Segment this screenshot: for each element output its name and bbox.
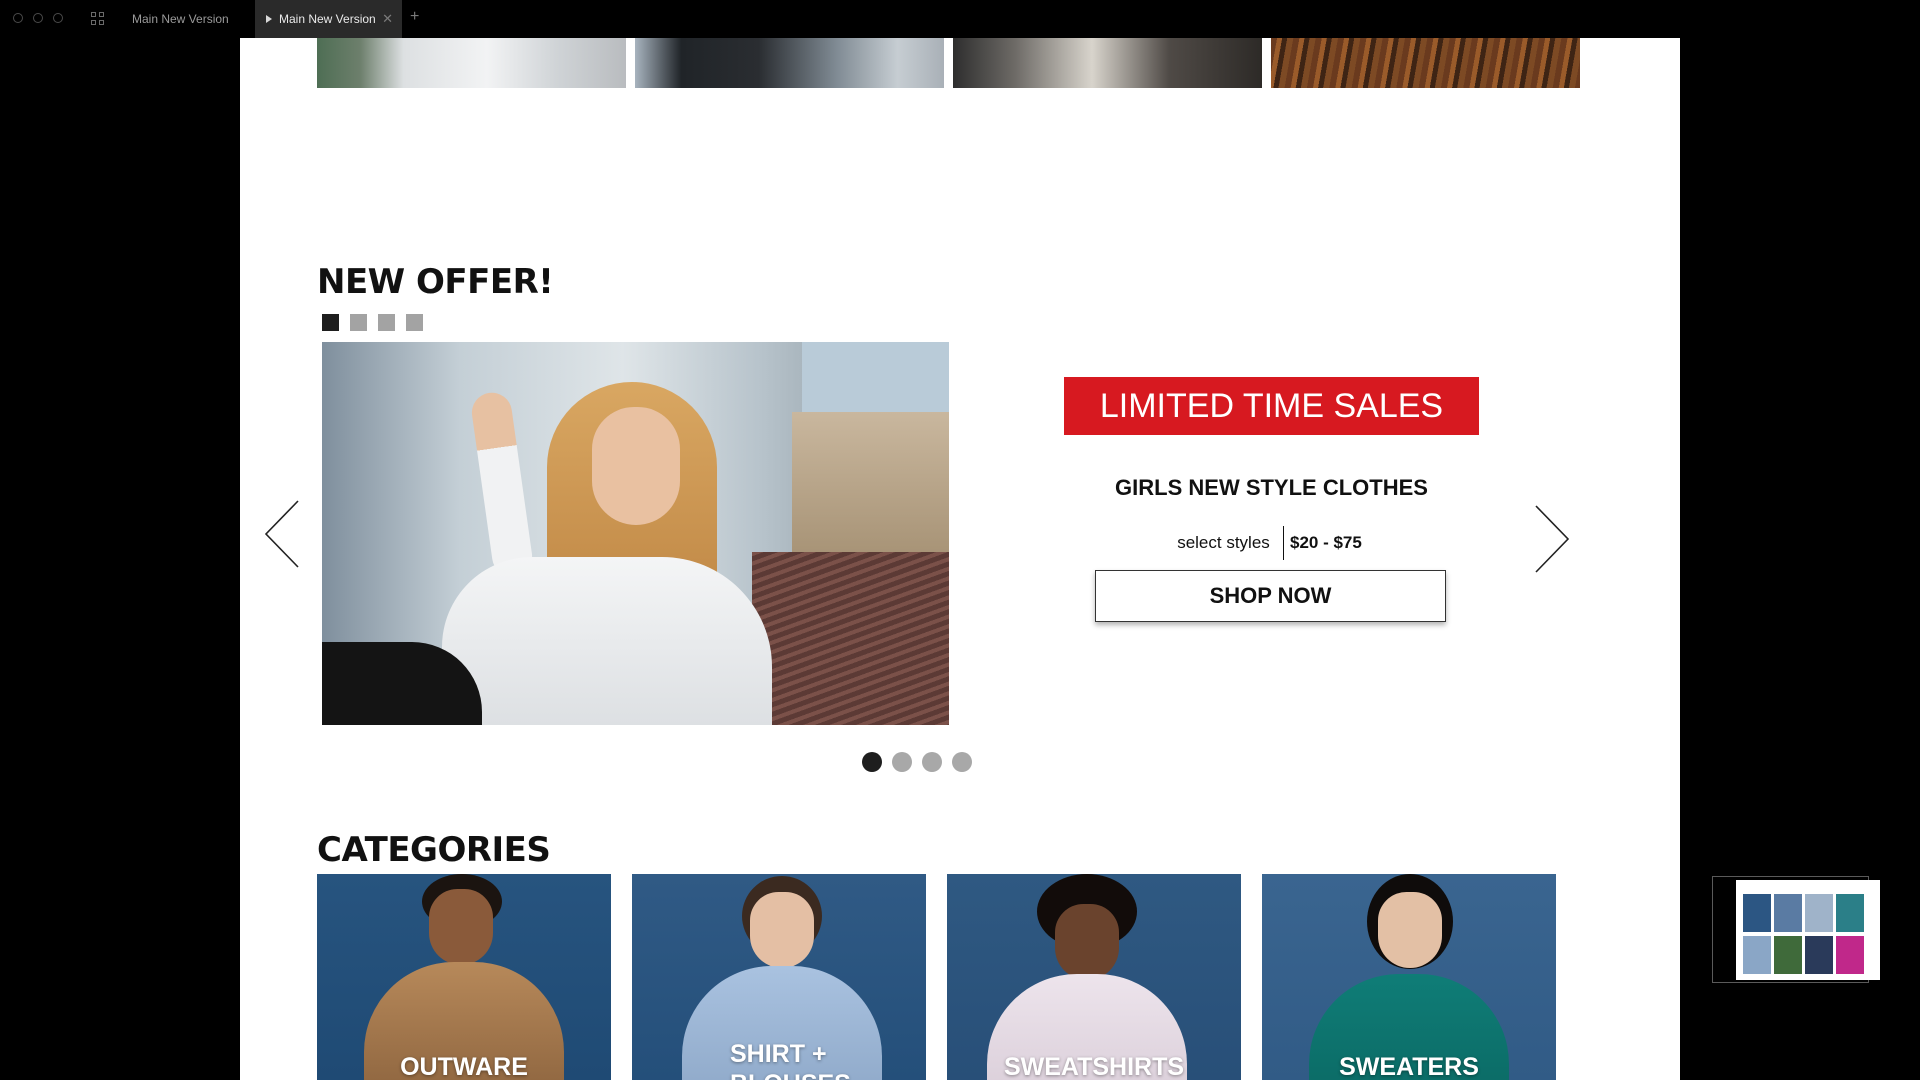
gallery-photo [317, 38, 626, 88]
offer-hero-image [322, 342, 949, 725]
grid-icon[interactable] [91, 12, 105, 26]
close-icon[interactable]: ✕ [382, 11, 393, 27]
minimap-page-preview [1736, 880, 1880, 980]
category-card-shirt-blouses[interactable]: SHIRT + BLOUSES [632, 874, 926, 1080]
play-icon [266, 15, 272, 23]
select-styles-label: select styles [1177, 533, 1270, 552]
categories-title: CATEGORIES [317, 830, 551, 870]
slide-dot[interactable] [952, 752, 972, 772]
minimap[interactable] [1712, 876, 1880, 983]
window-zoom-control[interactable] [53, 13, 63, 23]
slide-dot[interactable] [862, 752, 882, 772]
add-tab-icon[interactable]: + [410, 8, 419, 26]
sale-banner: LIMITED TIME SALES [1064, 377, 1479, 435]
category-card-outware[interactable]: OUTWARE [317, 874, 611, 1080]
app-topbar: Main New Version Main New Version ✕ + [0, 0, 1920, 38]
offer-headline: GIRLS NEW STYLE CLOTHES [1115, 475, 1428, 500]
tab-label: Main New Version [279, 12, 376, 26]
slide-thumbnail[interactable] [378, 314, 395, 331]
tab-label: Main New Version [132, 12, 229, 26]
page-canvas: NEW OFFER! LIMITED TIME SALES GIRLS NEW … [240, 38, 1680, 1080]
chevron-left-icon[interactable] [265, 500, 299, 568]
category-card-sweaters[interactable]: SWEATERS [1262, 874, 1556, 1080]
slide-dot[interactable] [922, 752, 942, 772]
new-offer-title: NEW OFFER! [317, 262, 554, 302]
window-close-control[interactable] [13, 13, 23, 23]
category-label: SWEATSHIRTS [1003, 1053, 1185, 1080]
slide-thumbnail[interactable] [406, 314, 423, 331]
price-line: select styles $20 - $75 [1164, 526, 1379, 560]
gallery-photo [953, 38, 1262, 88]
slide-dot[interactable] [892, 752, 912, 772]
gallery-photo [1271, 38, 1580, 88]
slide-thumbnail[interactable] [350, 314, 367, 331]
price-range: $20 - $75 [1290, 533, 1362, 552]
tab-active[interactable]: Main New Version ✕ [255, 0, 402, 38]
slide-thumbnail[interactable] [322, 314, 339, 331]
tab-inactive[interactable]: Main New Version [120, 0, 255, 38]
category-label: SWEATERS [1339, 1053, 1479, 1080]
window-minimize-control[interactable] [33, 13, 43, 23]
category-label: OUTWARE [400, 1053, 528, 1080]
category-card-sweatshirts[interactable]: SWEATSHIRTS [947, 874, 1241, 1080]
shop-now-button[interactable]: SHOP NOW [1095, 570, 1446, 622]
gallery-photo [635, 38, 944, 88]
chevron-right-icon[interactable] [1535, 505, 1569, 573]
category-label: SHIRT + BLOUSES [730, 1040, 851, 1080]
